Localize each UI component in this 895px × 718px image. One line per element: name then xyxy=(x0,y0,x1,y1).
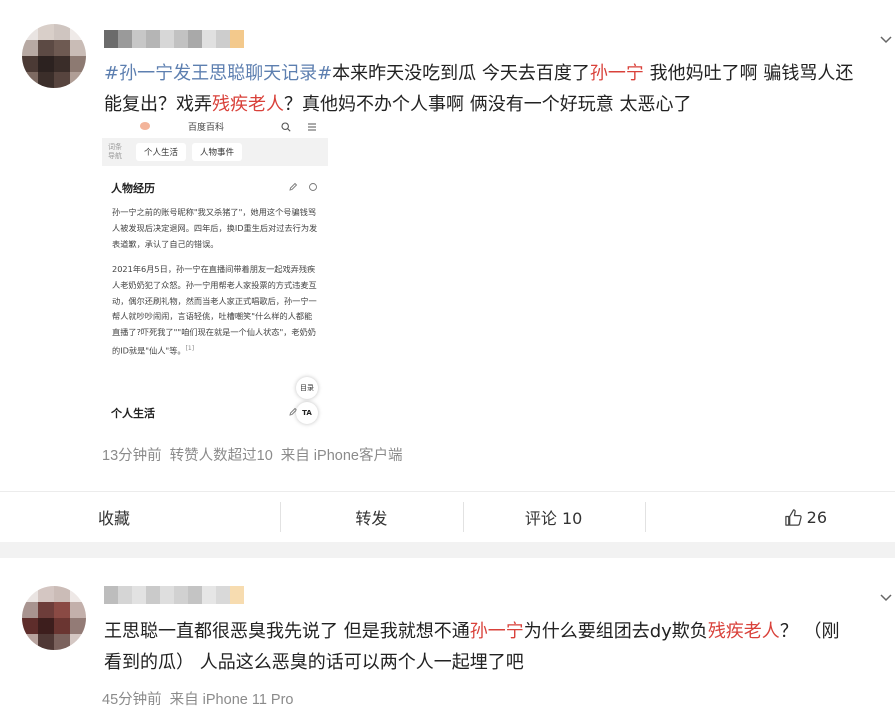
comment-text-seg: ？ （刚 xyxy=(779,621,840,642)
ta-button: TA xyxy=(296,402,318,424)
post-text-seg: 我他妈吐了啊 骗钱骂人还 xyxy=(643,63,854,84)
section-heading: 个人生活 xyxy=(111,407,155,420)
section-divider xyxy=(0,542,895,558)
username-redacted[interactable] xyxy=(104,586,244,604)
repost-label: 转发 xyxy=(355,509,388,528)
highlight-name: 孙一宁 xyxy=(589,63,644,84)
screenshot-topbar: 百度百科 xyxy=(102,120,328,138)
attached-screenshot[interactable]: 百度百科 词条 导航 个人生活 人物事件 人物经历 孙一宁之前的账号昵称"我又杀猪… xyxy=(102,120,328,432)
post-text-seg: 能复出？戏弄 xyxy=(104,94,212,115)
comment-text-seg: 王思聪一直都很恶臭我先说了 但是我就想不通 xyxy=(104,621,470,642)
nav-label: 词条 导航 xyxy=(108,143,122,160)
comment-meta: 45分钟前 来自 iPhone 11 Pro xyxy=(102,688,302,709)
favorite-button[interactable]: 收藏 xyxy=(0,492,280,542)
comment-time[interactable]: 45分钟前 xyxy=(102,692,162,708)
chevron-down-icon[interactable] xyxy=(880,592,892,604)
comment-button[interactable]: 评论 10 xyxy=(462,492,645,542)
app-logo-icon xyxy=(140,122,150,130)
reference-mark: [1] xyxy=(185,344,195,352)
like-button[interactable]: 26 xyxy=(644,492,895,542)
post-text: #孙一宁发王思聪聊天记录#本来昨天没吃到瓜 今天去百度了孙一宁 我他妈吐了啊 骗… xyxy=(104,58,894,120)
comment-text-seg: 为什么要组团去dy欺负 xyxy=(523,621,708,642)
avatar[interactable] xyxy=(22,586,86,650)
post-time[interactable]: 13分钟前 xyxy=(102,448,162,464)
app-title: 百度百科 xyxy=(188,123,225,133)
paragraph: 2021年6月5日，孙一宁在直播间带着朋友一起戏弄残疾人老奶奶犯了众怒。孙一宁用… xyxy=(112,264,317,356)
action-bar: 收藏 转发 评论 10 26 xyxy=(0,491,895,543)
more-icon xyxy=(309,183,317,191)
pencil-icon xyxy=(289,182,298,191)
repost-button[interactable]: 转发 xyxy=(280,492,462,542)
highlight-phrase: 残疾老人 xyxy=(212,94,284,115)
comment-label: 评论 10 xyxy=(524,509,583,528)
paragraph: 孙一宁之前的账号昵称"我又杀猪了"，她用这个号骗钱骂人被发现后决定退网。四年后，… xyxy=(112,207,318,249)
thumbs-up-icon xyxy=(784,508,802,526)
screenshot-nav: 词条 导航 个人生活 人物事件 xyxy=(102,138,328,166)
chevron-down-icon[interactable] xyxy=(880,34,892,46)
menu-icon xyxy=(308,123,316,131)
comment-text-seg: 看到的瓜） 人品这么恶臭的话可以两个人一起埋了吧 xyxy=(104,652,524,673)
comment-text: 王思聪一直都很恶臭我先说了 但是我就想不通孙一宁为什么要组团去dy欺负残疾老人？… xyxy=(104,616,884,678)
favorite-label: 收藏 xyxy=(98,509,131,528)
section-heading: 人物经历 xyxy=(111,182,155,195)
highlight-phrase: 残疾老人 xyxy=(707,621,780,642)
avatar[interactable] xyxy=(22,24,86,88)
comment-source: 来自 iPhone 11 Pro xyxy=(169,692,294,708)
tab-events: 人物事件 xyxy=(192,143,243,161)
repost-info: 转赞人数超过10 xyxy=(169,448,273,464)
post-meta: 13分钟前 转赞人数超过10 来自 iPhone客户端 xyxy=(102,444,410,465)
toc-button: 目录 xyxy=(296,377,318,399)
post-text-seg: ？真他妈不办个人事啊 俩没有一个好玩意 太恶心了 xyxy=(284,94,692,115)
post-source: 来自 iPhone客户端 xyxy=(280,448,403,464)
highlight-name: 孙一宁 xyxy=(469,621,524,642)
search-icon xyxy=(281,122,291,132)
post-text-seg: 本来昨天没吃到瓜 今天去百度了 xyxy=(332,63,590,84)
username-redacted[interactable] xyxy=(104,30,244,48)
tab-personal-life: 个人生活 xyxy=(136,143,187,161)
hashtag-link[interactable]: #孙一宁发王思聪聊天记录# xyxy=(104,63,332,84)
like-count: 26 xyxy=(806,507,827,527)
